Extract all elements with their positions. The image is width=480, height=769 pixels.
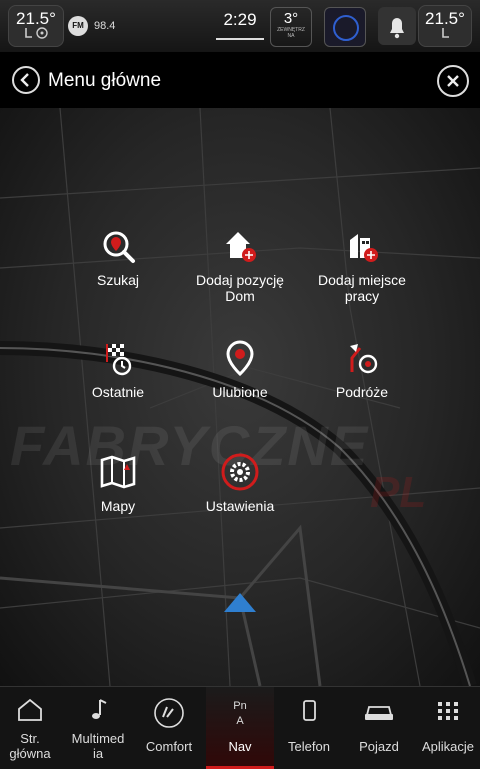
clock: 2:29 xyxy=(223,10,257,29)
nav-item-comfort[interactable]: Comfort xyxy=(136,687,202,769)
car-icon xyxy=(344,697,414,723)
nav-item-nav[interactable]: Pn A Nav xyxy=(206,687,274,769)
nav-item-label: Aplikacje xyxy=(421,739,475,754)
driver-icon xyxy=(333,15,359,41)
driver-profile-button[interactable] xyxy=(324,7,366,47)
outside-temp: 3° xyxy=(283,10,299,27)
heated-seat-icon xyxy=(419,26,471,43)
menu-item-add-work[interactable]: Dodaj miejsce pracy xyxy=(297,226,427,304)
nav-item-label-2: ia xyxy=(92,746,104,761)
menu-item-label: Dodaj miejsce xyxy=(318,272,406,288)
right-climate-tile[interactable]: 21.5° xyxy=(418,5,472,47)
notifications-button[interactable] xyxy=(378,7,416,45)
nav-badge: Pn xyxy=(233,700,247,712)
nav-item-label: Str. xyxy=(20,731,40,746)
nav-item-label: Multimed xyxy=(71,731,125,746)
menu-item-favorites[interactable]: Ulubione xyxy=(175,338,305,400)
close-button[interactable] xyxy=(437,65,469,97)
menu-item-recent[interactable]: Ostatnie xyxy=(53,338,183,400)
left-climate-tile[interactable]: 21.5° xyxy=(8,5,64,47)
menu-item-trips[interactable]: Podróże xyxy=(297,338,427,400)
back-button[interactable] xyxy=(12,66,40,94)
status-bar: 21.5° FM 98.4 2:29 3° ZEWNĘTRZ NA 21.5° xyxy=(0,0,480,52)
search-icon xyxy=(103,231,135,263)
music-note-icon xyxy=(62,697,134,723)
map-icon xyxy=(100,455,136,489)
home-icon xyxy=(0,697,60,723)
heated-seat-steering-icon xyxy=(9,26,63,43)
menu-item-add-home[interactable]: Dodaj pozycję Dom xyxy=(175,226,305,304)
close-icon xyxy=(447,75,459,87)
menu-item-search[interactable]: Szukaj xyxy=(53,226,183,288)
bottom-nav: Str. główna Multimed ia Comfort Pn A Nav… xyxy=(0,686,480,769)
home-add-icon xyxy=(226,232,256,262)
nav-badge-2: A xyxy=(236,715,244,727)
nav-item-label: Telefon xyxy=(288,739,330,754)
phone-icon xyxy=(276,697,342,723)
nav-item-phone[interactable]: Telefon xyxy=(276,687,342,769)
outside-temp-tile: 3° ZEWNĘTRZ NA xyxy=(270,7,312,47)
menu-item-label: Dodaj pozycję xyxy=(196,272,284,288)
menu-item-label-2: Dom xyxy=(225,288,255,304)
page-title: Menu główne xyxy=(48,70,162,91)
menu-header: Menu główne xyxy=(0,52,480,108)
menu-item-settings[interactable]: Ustawienia xyxy=(175,452,305,514)
menu-item-label: Ustawienia xyxy=(205,498,275,514)
nav-item-label: Nav xyxy=(228,739,252,754)
fm-badge[interactable]: FM xyxy=(68,16,88,36)
menu-item-label: Szukaj xyxy=(96,272,140,288)
menu-item-label-2: pracy xyxy=(344,288,380,304)
outside-label-2: NA xyxy=(287,33,295,39)
recent-flag-icon xyxy=(106,344,132,376)
comfort-icon xyxy=(136,697,202,728)
nav-item-vehicle[interactable]: Pojazd xyxy=(344,687,414,769)
bell-icon xyxy=(390,18,404,39)
menu-item-label: Ostatnie xyxy=(91,384,145,400)
trips-route-icon xyxy=(350,344,378,374)
radio-frequency[interactable]: 98.4 xyxy=(94,20,115,32)
favorite-pin-icon xyxy=(226,340,254,377)
menu-item-label: Ulubione xyxy=(212,384,268,400)
nav-item-label: Pojazd xyxy=(359,739,399,754)
building-add-icon xyxy=(350,234,378,262)
nav-item-multimedia[interactable]: Multimed ia xyxy=(62,687,134,769)
menu-item-maps[interactable]: Mapy xyxy=(53,452,183,514)
menu-item-label: Podróże xyxy=(335,384,389,400)
clock-underline xyxy=(216,38,264,40)
nav-item-label: Comfort xyxy=(145,739,193,754)
nav-item-home[interactable]: Str. główna xyxy=(0,687,60,769)
menu-item-label: Mapy xyxy=(100,498,136,514)
gear-icon xyxy=(221,453,259,491)
watermark-text-2: PL xyxy=(370,468,427,517)
nav-item-label-2: główna xyxy=(9,746,51,761)
apps-grid-icon xyxy=(416,697,480,723)
map-background: FABRYCZNE PL Szukaj Dodaj pozycję Dom Do… xyxy=(0,108,480,686)
nav-item-apps[interactable]: Aplikacje xyxy=(416,687,480,769)
chevron-left-icon xyxy=(20,73,29,87)
